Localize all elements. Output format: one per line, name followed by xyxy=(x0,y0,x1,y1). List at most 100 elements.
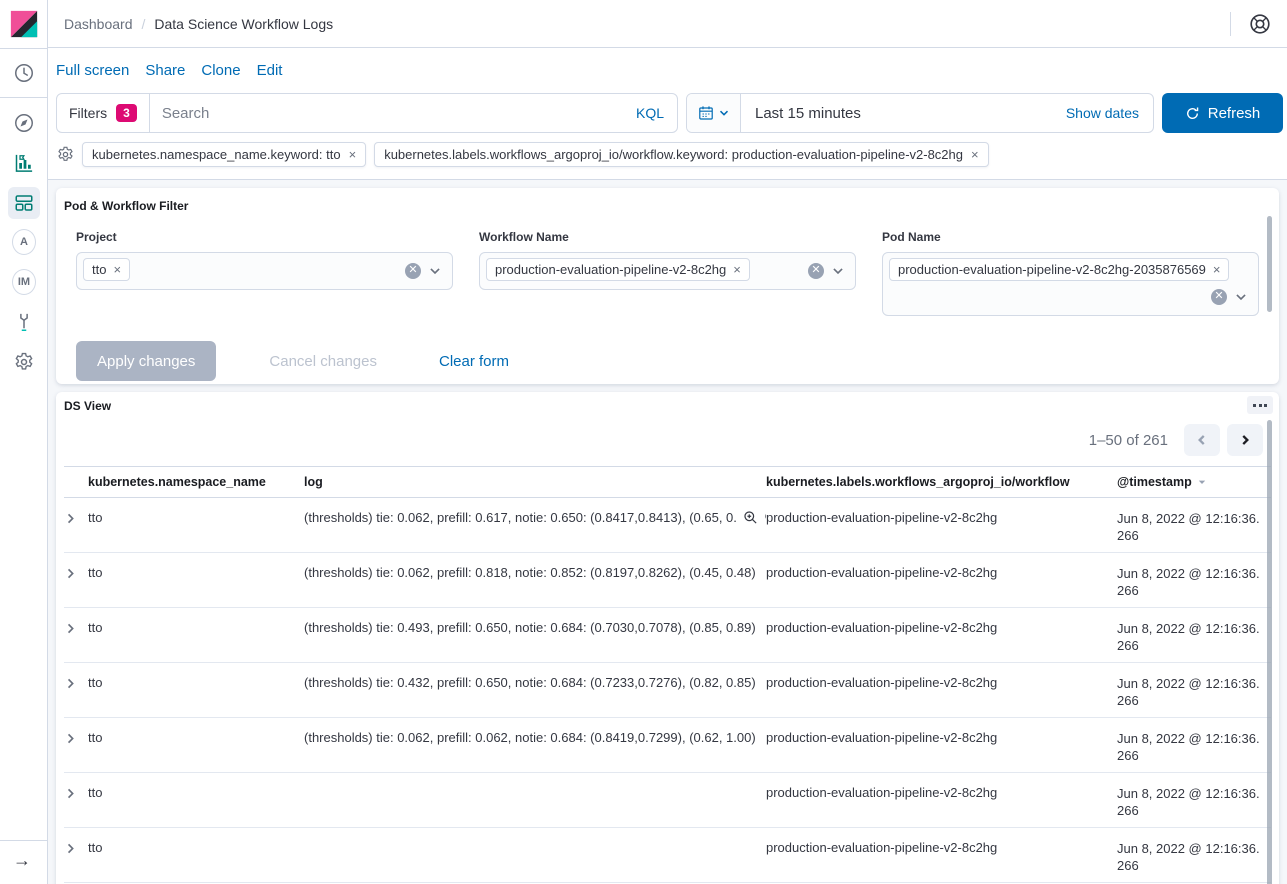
table-row: tto (thresholds) tie: 0.062, prefill: 0.… xyxy=(64,718,1271,773)
filter-options-gear-icon[interactable] xyxy=(57,146,74,163)
cell-namespace: tto xyxy=(88,565,103,580)
edit-link[interactable]: Edit xyxy=(257,62,283,79)
apply-changes-button[interactable]: Apply changes xyxy=(76,341,217,381)
filters-count-badge: 3 xyxy=(116,104,137,122)
chevron-down-icon[interactable] xyxy=(428,264,442,278)
active-filters-bar: kubernetes.namespace_name.keyword: tto ×… xyxy=(48,133,1287,179)
filter-panel-title: Pod & Workflow Filter xyxy=(64,199,189,213)
ds-view-panel: DS View 1–50 of 261 kubernetes.namespace… xyxy=(56,392,1279,884)
filters-label: Filters xyxy=(69,105,108,121)
expand-row-icon[interactable] xyxy=(64,730,88,772)
column-header-timestamp[interactable]: @timestamp xyxy=(1117,475,1271,489)
chevron-right-icon xyxy=(1242,435,1249,445)
dashboard-content: Pod & Workflow Filter Project tto × ✕ Wo… xyxy=(48,180,1287,884)
cell-timestamp: Jun 8, 2022 @ 12:16:36.266 xyxy=(1117,621,1260,653)
column-header-namespace[interactable]: kubernetes.namespace_name xyxy=(88,475,304,489)
remove-filter-icon[interactable]: × xyxy=(971,147,979,162)
workflow-pill-label: production-evaluation-pipeline-v2-8c2hg xyxy=(495,262,727,277)
column-header-log[interactable]: log xyxy=(304,475,766,489)
cell-timestamp: Jun 8, 2022 @ 12:16:36.266 xyxy=(1117,841,1260,873)
apm-badge: A xyxy=(12,229,36,255)
workflow-name-combobox[interactable]: production-evaluation-pipeline-v2-8c2hg … xyxy=(479,252,856,290)
cell-namespace: tto xyxy=(88,840,103,855)
remove-option-icon[interactable]: × xyxy=(1213,262,1221,277)
stack-management-icon[interactable] xyxy=(12,350,36,374)
full-screen-link[interactable]: Full screen xyxy=(56,62,129,79)
chevron-down-icon[interactable] xyxy=(831,264,845,278)
workflow-selected-pill[interactable]: production-evaluation-pipeline-v2-8c2hg … xyxy=(486,258,750,281)
pagination-count: 1–50 of 261 xyxy=(1088,431,1168,449)
show-dates-button[interactable]: Show dates xyxy=(1066,105,1153,121)
panel-scrollbar[interactable] xyxy=(1267,420,1272,884)
panel-options-icon[interactable] xyxy=(1247,396,1273,414)
pod-name-combobox[interactable]: production-evaluation-pipeline-v2-8c2hg-… xyxy=(882,252,1259,316)
filter-pill-namespace[interactable]: kubernetes.namespace_name.keyword: tto × xyxy=(82,142,367,167)
filters-button[interactable]: Filters 3 xyxy=(57,94,150,132)
expand-row-icon[interactable] xyxy=(64,510,88,552)
sidebar-divider xyxy=(0,97,47,98)
cell-log xyxy=(304,840,766,882)
cell-log: (thresholds) tie: 0.493, prefill: 0.650,… xyxy=(304,620,756,635)
expand-row-icon[interactable] xyxy=(64,840,88,882)
time-range-value[interactable]: Last 15 minutes xyxy=(741,105,861,122)
table-row: tto (thresholds) tie: 0.062, prefill: 0.… xyxy=(64,553,1271,608)
cell-log: (thresholds) tie: 0.062, prefill: 0.818,… xyxy=(304,565,756,580)
remove-filter-icon[interactable]: × xyxy=(349,147,357,162)
panel-scrollbar[interactable] xyxy=(1267,216,1272,312)
cell-timestamp: Jun 8, 2022 @ 12:16:36.266 xyxy=(1117,511,1260,543)
recently-viewed-icon[interactable] xyxy=(12,61,36,85)
table-row: tto production-evaluation-pipeline-v2-8c… xyxy=(64,828,1271,883)
project-selected-pill[interactable]: tto × xyxy=(83,258,131,281)
project-pill-label: tto xyxy=(92,262,107,277)
clear-selection-icon[interactable]: ✕ xyxy=(405,263,421,279)
apm-icon[interactable]: A xyxy=(12,229,36,255)
refresh-button[interactable]: Refresh xyxy=(1162,93,1283,133)
clear-form-button[interactable]: Clear form xyxy=(439,353,509,370)
sidebar-divider xyxy=(0,840,47,841)
expand-row-icon[interactable] xyxy=(64,785,88,827)
clear-selection-icon[interactable]: ✕ xyxy=(808,263,824,279)
next-page-button[interactable] xyxy=(1227,424,1263,456)
clone-link[interactable]: Clone xyxy=(201,62,240,79)
dev-tools-icon[interactable] xyxy=(12,310,36,334)
column-header-workflow[interactable]: kubernetes.labels.workflows_argoproj_io/… xyxy=(766,475,1117,489)
collapse-nav-arrow[interactable]: → xyxy=(13,850,31,871)
project-combobox[interactable]: tto × ✕ xyxy=(76,252,453,290)
filter-pill-workflow[interactable]: kubernetes.labels.workflows_argoproj_io/… xyxy=(374,142,989,167)
index-management-icon[interactable]: IM xyxy=(12,269,36,295)
cell-workflow: production-evaluation-pipeline-v2-8c2hg xyxy=(766,620,998,635)
expand-row-icon[interactable] xyxy=(64,675,88,717)
project-label: Project xyxy=(76,230,117,244)
discover-icon[interactable] xyxy=(12,111,36,135)
cancel-changes-button[interactable]: Cancel changes xyxy=(245,353,401,370)
pod-selected-pill[interactable]: production-evaluation-pipeline-v2-8c2hg-… xyxy=(889,258,1230,281)
quick-select-date-button[interactable] xyxy=(687,94,741,132)
visualize-icon[interactable] xyxy=(12,151,36,175)
filter-for-value-icon[interactable] xyxy=(743,510,758,525)
search-input[interactable] xyxy=(149,104,636,122)
expand-row-icon[interactable] xyxy=(64,565,88,607)
app-sidebar: A IM → xyxy=(0,0,48,884)
top-header-bar: Dashboard / Data Science Workflow Logs xyxy=(48,0,1287,48)
chevron-left-icon xyxy=(1198,435,1205,445)
cell-timestamp: Jun 8, 2022 @ 12:16:36.266 xyxy=(1117,731,1260,763)
breadcrumb-dashboard[interactable]: Dashboard xyxy=(64,16,133,32)
kql-language-button[interactable]: KQL xyxy=(636,105,677,121)
clear-selection-icon[interactable]: ✕ xyxy=(1211,289,1227,305)
kibana-logo[interactable] xyxy=(0,0,48,48)
dashboard-icon[interactable] xyxy=(12,191,36,215)
help-icon[interactable] xyxy=(1249,13,1271,35)
remove-option-icon[interactable]: × xyxy=(113,262,121,277)
expand-row-icon[interactable] xyxy=(64,620,88,662)
cell-workflow: production-evaluation-pipeline-v2-8c2hg xyxy=(766,675,998,690)
share-link[interactable]: Share xyxy=(145,62,185,79)
chevron-down-icon[interactable] xyxy=(1234,290,1248,304)
expand-column-header xyxy=(64,475,88,489)
filter-pill-label: kubernetes.namespace_name.keyword: tto xyxy=(92,147,341,162)
dashboard-toolbar: Full screen Share Clone Edit xyxy=(48,48,1287,93)
kibana-logo-icon xyxy=(10,10,38,38)
remove-option-icon[interactable]: × xyxy=(733,262,741,277)
previous-page-button[interactable] xyxy=(1184,424,1220,456)
cell-log: (thresholds) tie: 0.062, prefill: 0.062,… xyxy=(304,730,756,745)
cell-namespace: tto xyxy=(88,620,103,635)
